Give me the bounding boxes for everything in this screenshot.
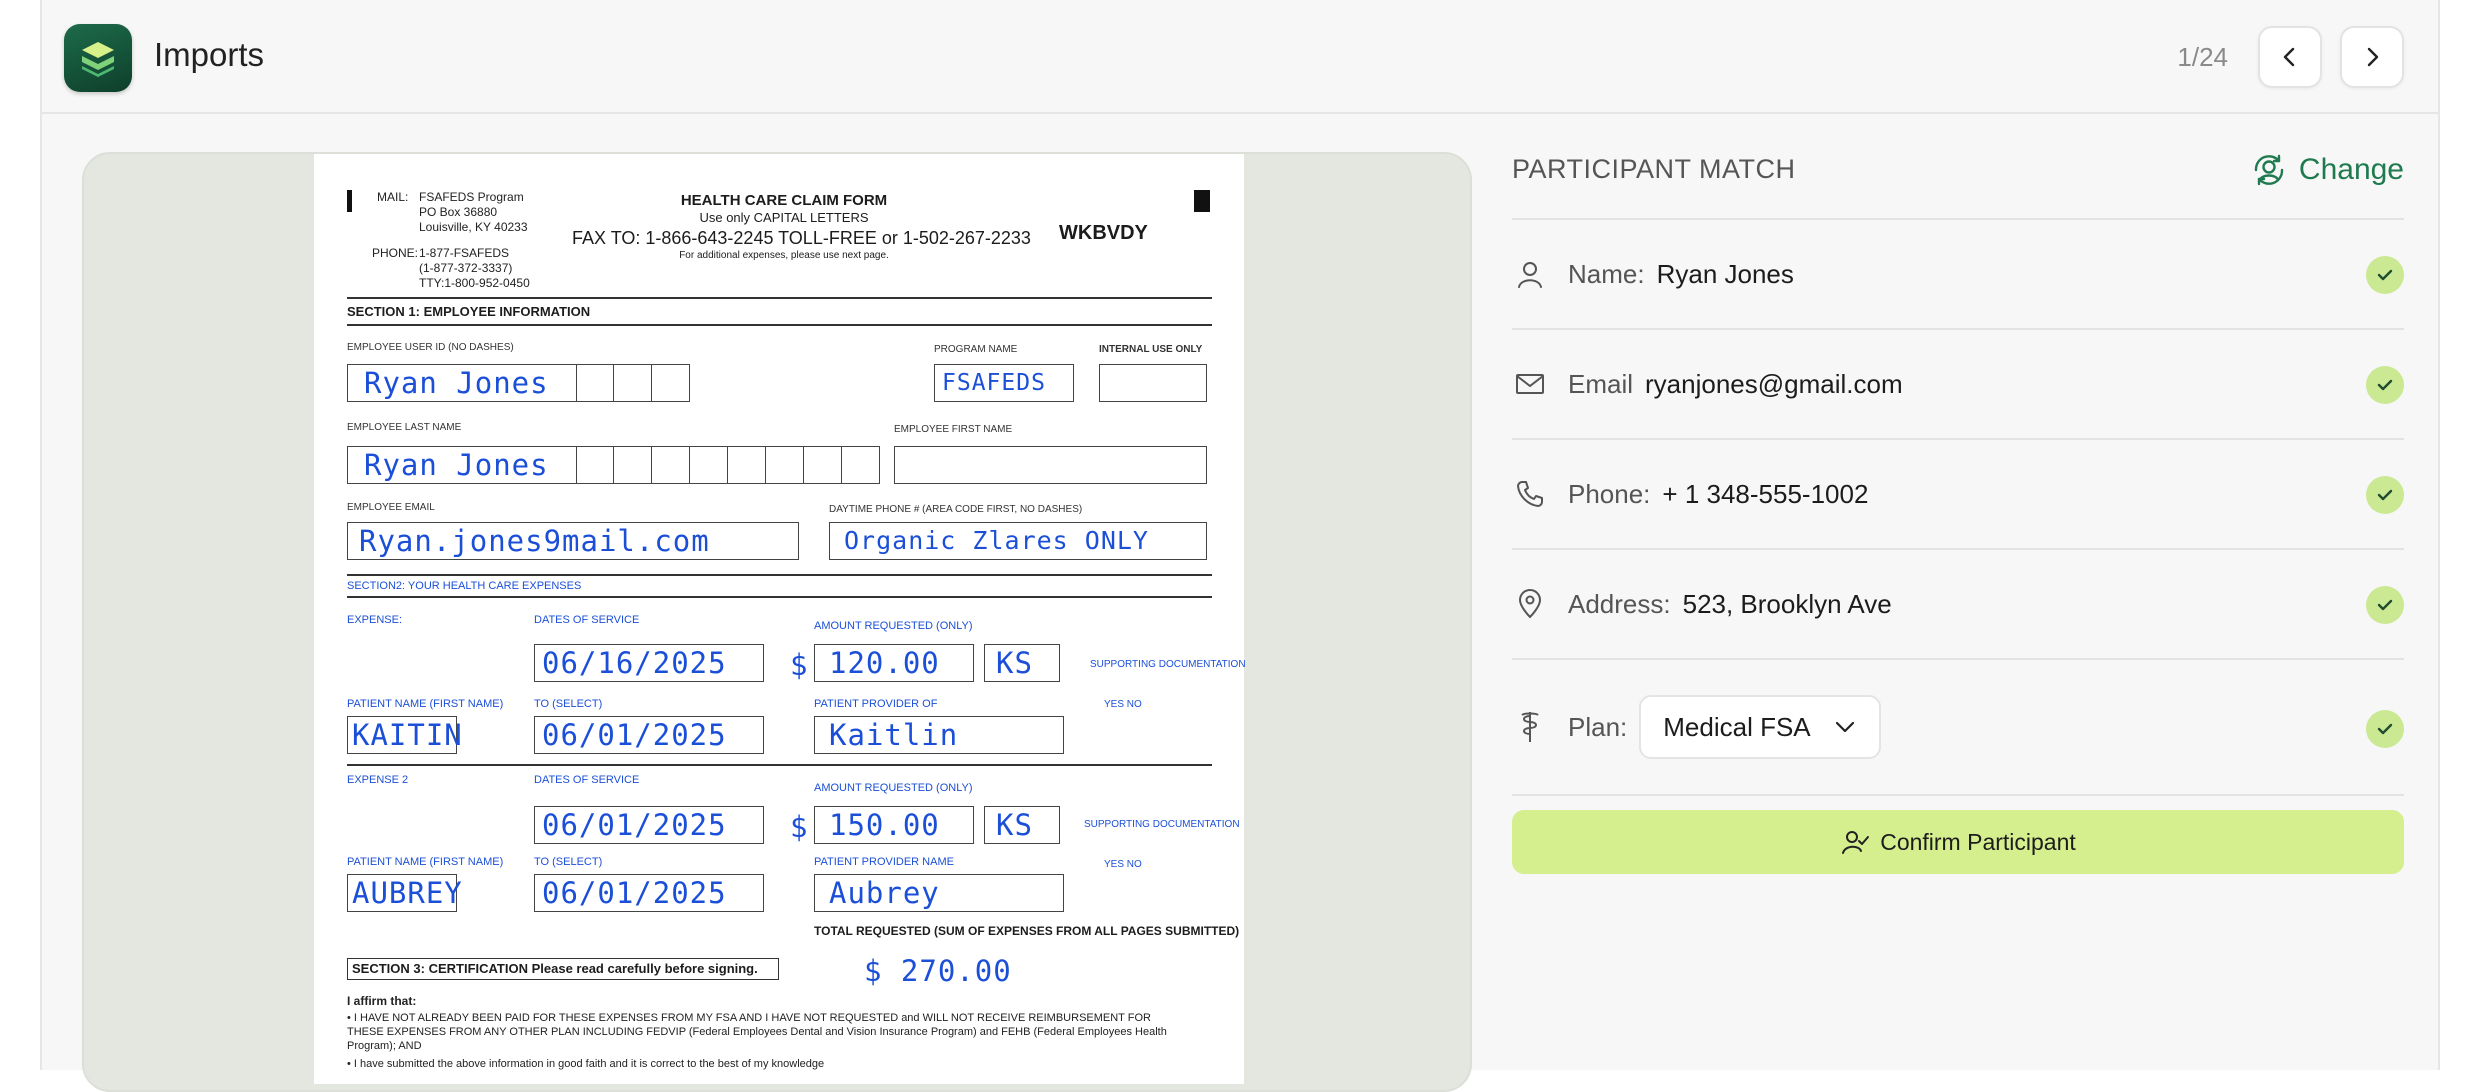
- top-bar: Imports 1/24: [42, 0, 2438, 114]
- handwritten-phone: Organic Zlares ONLY: [844, 526, 1149, 555]
- user-icon: [1512, 256, 1548, 292]
- handwritten-total: $ 270.00: [864, 954, 1012, 988]
- handwritten-date-from-1: 06/16/2025: [542, 646, 727, 680]
- fax-line: FAX TO: 1-866-643-2245 TOLL-FREE or 1-50…: [572, 228, 1031, 248]
- section1-heading: SECTION 1: EMPLOYEE INFORMATION: [347, 304, 591, 319]
- chevron-down-icon: [1833, 715, 1857, 739]
- address-label: Address:: [1568, 588, 1671, 619]
- handwritten-provider-1: Kaitlin: [829, 718, 959, 752]
- email-value: ryanjones@gmail.com: [1645, 368, 1903, 399]
- app-frame: Imports 1/24 MAIL: FSAFEDS Program PO Bo…: [40, 0, 2440, 1092]
- handwritten-patient-2: AUBREY: [352, 876, 463, 910]
- user-check-icon: [1842, 831, 1870, 854]
- phone-icon: [1512, 476, 1548, 512]
- change-button[interactable]: Change: [2251, 152, 2404, 188]
- mail-icon: [1512, 366, 1548, 402]
- caduceus-icon: [1512, 709, 1548, 745]
- plan-row: Plan: Medical FSA: [1512, 658, 2404, 796]
- phone-value: + 1 348-555-1002: [1662, 478, 1869, 509]
- handwritten-date-from-2: 06/01/2025: [542, 808, 727, 842]
- name-row: Name: Ryan Jones: [1512, 218, 2404, 328]
- check-icon: [2366, 256, 2404, 294]
- confirm-label: Confirm Participant: [1880, 828, 2076, 855]
- check-icon: [2366, 476, 2404, 514]
- fax-subtext: For additional expenses, please use next…: [679, 250, 889, 261]
- chevron-right-icon: [2367, 47, 2379, 67]
- chevron-left-icon: [2283, 47, 2295, 67]
- plan-label: Plan:: [1568, 711, 1628, 742]
- next-button[interactable]: [2340, 26, 2404, 88]
- page-counter: 1/24: [2177, 42, 2228, 72]
- name-label: Name:: [1568, 258, 1645, 289]
- handwritten-email: Ryan.jones9mail.com: [359, 524, 710, 558]
- handwritten-patient-1: KAITIN: [352, 718, 463, 752]
- confirm-participant-button[interactable]: Confirm Participant: [1512, 810, 2404, 874]
- name-value: Ryan Jones: [1656, 258, 1794, 289]
- previous-button[interactable]: [2258, 26, 2322, 88]
- email-label: Email: [1568, 368, 1634, 399]
- handwritten-amount-2: 150.00: [829, 808, 940, 842]
- check-icon: [2366, 586, 2404, 624]
- plan-value: Medical FSA: [1663, 711, 1811, 742]
- change-label: Change: [2298, 153, 2404, 186]
- form-title: HEALTH CARE CLAIM FORM: [680, 192, 888, 209]
- handwritten-date-to-2: 06/01/2025: [542, 876, 727, 910]
- address-row: Address: 523, Brooklyn Ave: [1512, 548, 2404, 658]
- claim-form-page: MAIL: FSAFEDS Program PO Box 36880 Louis…: [314, 154, 1246, 1084]
- email-row: Email ryanjones@gmail.com: [1512, 328, 2404, 438]
- participant-match-title: PARTICIPANT MATCH: [1512, 154, 1796, 184]
- plan-dropdown[interactable]: Medical FSA: [1639, 695, 1882, 759]
- handwritten-program-name: FSAFEDS: [942, 370, 1046, 396]
- handwritten-provider-2: Aubrey: [829, 876, 940, 910]
- form-subtitle: Use only CAPITAL LETTERS: [699, 210, 869, 225]
- document-viewer[interactable]: MAIL: FSAFEDS Program PO Box 36880 Louis…: [82, 152, 1472, 1092]
- total-label: TOTAL REQUESTED (SUM OF EXPENSES FROM AL…: [814, 924, 1240, 938]
- address-value: 523, Brooklyn Ave: [1682, 588, 1892, 619]
- check-icon: [2366, 710, 2404, 748]
- handwritten-date-to-1: 06/01/2025: [542, 718, 727, 752]
- user-switch-icon: [2254, 154, 2284, 186]
- section3-heading: SECTION 3: CERTIFICATION Please read car…: [347, 958, 779, 980]
- handwritten-amount-1: 120.00: [829, 646, 940, 680]
- layers-logo-icon: [64, 24, 132, 92]
- phone-label: Phone:: [1568, 478, 1651, 509]
- page-title: Imports: [154, 36, 265, 73]
- phone-row: Phone: + 1 348-555-1002: [1512, 438, 2404, 548]
- handwritten-last-name: Ryan Jones: [364, 448, 549, 482]
- form-code: WKBVDY: [1059, 222, 1148, 244]
- map-pin-icon: [1512, 586, 1548, 622]
- handwritten-user-id: Ryan Jones: [364, 366, 549, 400]
- check-icon: [2366, 366, 2404, 404]
